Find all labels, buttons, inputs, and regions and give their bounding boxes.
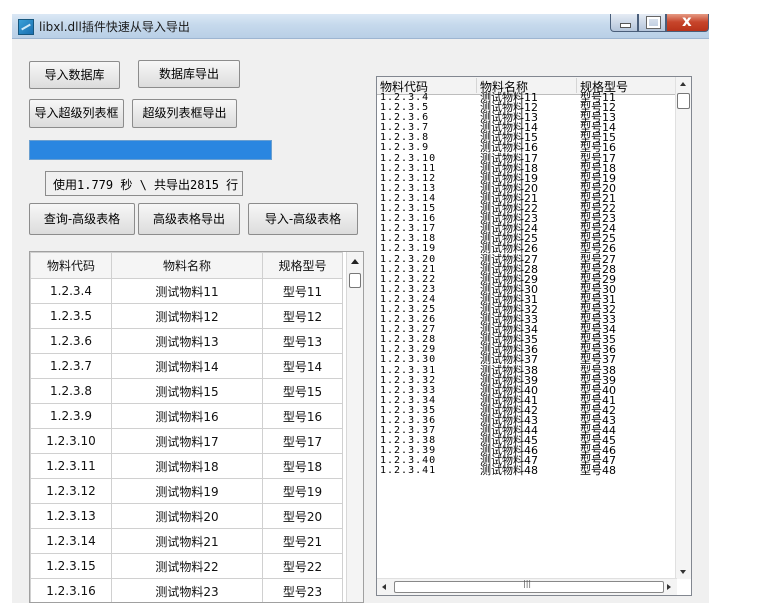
close-button[interactable]: x xyxy=(666,14,709,32)
table-cell[interactable]: 测试物料14 xyxy=(111,353,263,379)
super-listbox-export-button[interactable]: 超级列表框导出 xyxy=(132,99,237,128)
list-cell: 型号48 xyxy=(580,464,616,478)
table-cell[interactable]: 1.2.3.15 xyxy=(30,553,112,579)
table-cell[interactable]: 型号17 xyxy=(262,428,343,454)
table-row[interactable]: 1.2.3.16 测试物料23 型号23 xyxy=(30,578,343,602)
table-cell[interactable]: 1.2.3.14 xyxy=(30,528,112,554)
table-cell[interactable]: 1.2.3.11 xyxy=(30,453,112,479)
scroll-thumb[interactable] xyxy=(677,93,690,109)
scroll-up-arrow-icon[interactable] xyxy=(680,82,686,86)
list-item[interactable]: 1.2.3.41 测试物料48 型号48 xyxy=(377,464,677,478)
listbox-rows: 1.2.3.4 测试物料11 型号11 1.2.3.5 测试物料12 型号12 1.2.3.… xyxy=(377,91,677,478)
status-text: 使用1.779 秒 \ 共导出2815 行 xyxy=(53,178,239,192)
table-cell[interactable]: 测试物料19 xyxy=(111,478,263,504)
listbox-vertical-scrollbar[interactable] xyxy=(675,77,691,579)
table-cell[interactable]: 1.2.3.10 xyxy=(30,428,112,454)
table-row[interactable]: 1.2.3.10 测试物料17 型号17 xyxy=(30,428,343,454)
horizontal-scroll-thumb[interactable] xyxy=(394,579,664,593)
scroll-right-arrow-icon[interactable] xyxy=(667,584,671,590)
table-row[interactable]: 1.2.3.14 测试物料21 型号21 xyxy=(30,528,343,554)
import-database-button[interactable]: 导入数据库 xyxy=(29,61,120,89)
table-cell[interactable]: 1.2.3.4 xyxy=(30,278,112,304)
table-row[interactable]: 1.2.3.8 测试物料15 型号15 xyxy=(30,378,343,404)
import-super-listbox-button[interactable]: 导入超级列表框 xyxy=(29,99,124,128)
table-cell[interactable]: 型号16 xyxy=(262,403,343,429)
table-row[interactable]: 1.2.3.4 测试物料11 型号11 xyxy=(30,278,343,304)
table-cell[interactable]: 型号12 xyxy=(262,303,343,329)
advanced-table-grid: 物料代码 物料名称 规格型号 1.2.3.4 测试物料11 型号11 1.2.3.5 测… xyxy=(30,252,343,602)
table-cell[interactable]: 测试物料21 xyxy=(111,528,263,554)
table-cell[interactable]: 型号22 xyxy=(262,553,343,579)
minimize-button[interactable] xyxy=(610,14,638,32)
table-row[interactable]: 1.2.3.5 测试物料12 型号12 xyxy=(30,303,343,329)
table-cell[interactable]: 型号13 xyxy=(262,328,343,354)
table-cell[interactable]: 型号11 xyxy=(262,278,343,304)
column-header[interactable]: 规格型号 xyxy=(262,252,343,279)
query-advanced-table-button[interactable]: 查询-高级表格 xyxy=(29,203,135,235)
table-cell[interactable]: 1.2.3.5 xyxy=(30,303,112,329)
advanced-table[interactable]: 物料代码 物料名称 规格型号 1.2.3.4 测试物料11 型号11 1.2.3.5 测… xyxy=(29,251,364,603)
table-row[interactable]: 1.2.3.15 测试物料22 型号22 xyxy=(30,553,343,579)
super-listbox[interactable]: 物料代码 物料名称 规格型号 1.2.3.4 测试物料11 型号11 1.2.3.5 测… xyxy=(376,76,692,596)
table-cell[interactable]: 测试物料12 xyxy=(111,303,263,329)
table-cell[interactable]: 测试物料20 xyxy=(111,503,263,529)
status-box: 使用1.779 秒 \ 共导出2815 行 xyxy=(45,171,243,196)
table-cell[interactable]: 型号18 xyxy=(262,453,343,479)
table-cell[interactable]: 测试物料17 xyxy=(111,428,263,454)
window-title: libxl.dll插件快速从导入导出 xyxy=(39,20,190,34)
scroll-left-arrow-icon[interactable] xyxy=(382,584,386,590)
table-cell[interactable]: 测试物料15 xyxy=(111,378,263,404)
column-header[interactable]: 物料名称 xyxy=(111,252,263,279)
table-cell[interactable]: 型号21 xyxy=(262,528,343,554)
table-cell[interactable]: 型号20 xyxy=(262,503,343,529)
table-row[interactable]: 1.2.3.13 测试物料20 型号20 xyxy=(30,503,343,529)
title-bar[interactable]: libxl.dll插件快速从导入导出 x xyxy=(12,14,709,39)
advanced-table-export-button[interactable]: 高级表格导出 xyxy=(138,203,240,235)
table-cell[interactable]: 测试物料18 xyxy=(111,453,263,479)
table-cell[interactable]: 测试物料16 xyxy=(111,403,263,429)
table-vertical-scrollbar[interactable] xyxy=(346,252,363,602)
table-header-row: 物料代码 物料名称 规格型号 xyxy=(30,252,343,279)
table-cell[interactable]: 型号14 xyxy=(262,353,343,379)
column-header[interactable]: 物料代码 xyxy=(30,252,112,279)
database-export-button[interactable]: 数据库导出 xyxy=(138,60,240,88)
list-cell: 1.2.3.41 xyxy=(380,465,437,477)
table-cell[interactable]: 1.2.3.16 xyxy=(30,578,112,602)
import-advanced-table-button[interactable]: 导入-高级表格 xyxy=(248,203,358,235)
table-cell[interactable]: 1.2.3.9 xyxy=(30,403,112,429)
list-cell: 测试物料48 xyxy=(480,464,538,478)
table-row[interactable]: 1.2.3.6 测试物料13 型号13 xyxy=(30,328,343,354)
table-cell[interactable]: 型号23 xyxy=(262,578,343,602)
table-cell[interactable]: 型号15 xyxy=(262,378,343,404)
table-row[interactable]: 1.2.3.12 测试物料19 型号19 xyxy=(30,478,343,504)
table-row[interactable]: 1.2.3.9 测试物料16 型号16 xyxy=(30,403,343,429)
table-cell[interactable]: 1.2.3.8 xyxy=(30,378,112,404)
progress-bar xyxy=(29,140,272,160)
scroll-up-arrow-icon[interactable] xyxy=(351,259,359,264)
table-cell[interactable]: 1.2.3.13 xyxy=(30,503,112,529)
listbox-horizontal-scrollbar[interactable] xyxy=(377,578,677,595)
scroll-thumb[interactable] xyxy=(349,273,361,288)
table-row[interactable]: 1.2.3.11 测试物料18 型号18 xyxy=(30,453,343,479)
close-icon: x xyxy=(682,14,692,30)
table-cell[interactable]: 型号19 xyxy=(262,478,343,504)
app-icon xyxy=(18,19,34,35)
scroll-down-arrow-icon[interactable] xyxy=(680,570,686,574)
table-cell[interactable]: 1.2.3.6 xyxy=(30,328,112,354)
app-window: libxl.dll插件快速从导入导出 x 导入数据库 数据库导出 导入超级列表框… xyxy=(12,14,709,603)
table-cell[interactable]: 测试物料23 xyxy=(111,578,263,602)
table-cell[interactable]: 测试物料22 xyxy=(111,553,263,579)
maximize-button[interactable] xyxy=(638,14,666,32)
table-cell[interactable]: 1.2.3.12 xyxy=(30,478,112,504)
table-cell[interactable]: 测试物料13 xyxy=(111,328,263,354)
table-cell[interactable]: 1.2.3.7 xyxy=(30,353,112,379)
table-cell[interactable]: 测试物料11 xyxy=(111,278,263,304)
table-row[interactable]: 1.2.3.7 测试物料14 型号14 xyxy=(30,353,343,379)
